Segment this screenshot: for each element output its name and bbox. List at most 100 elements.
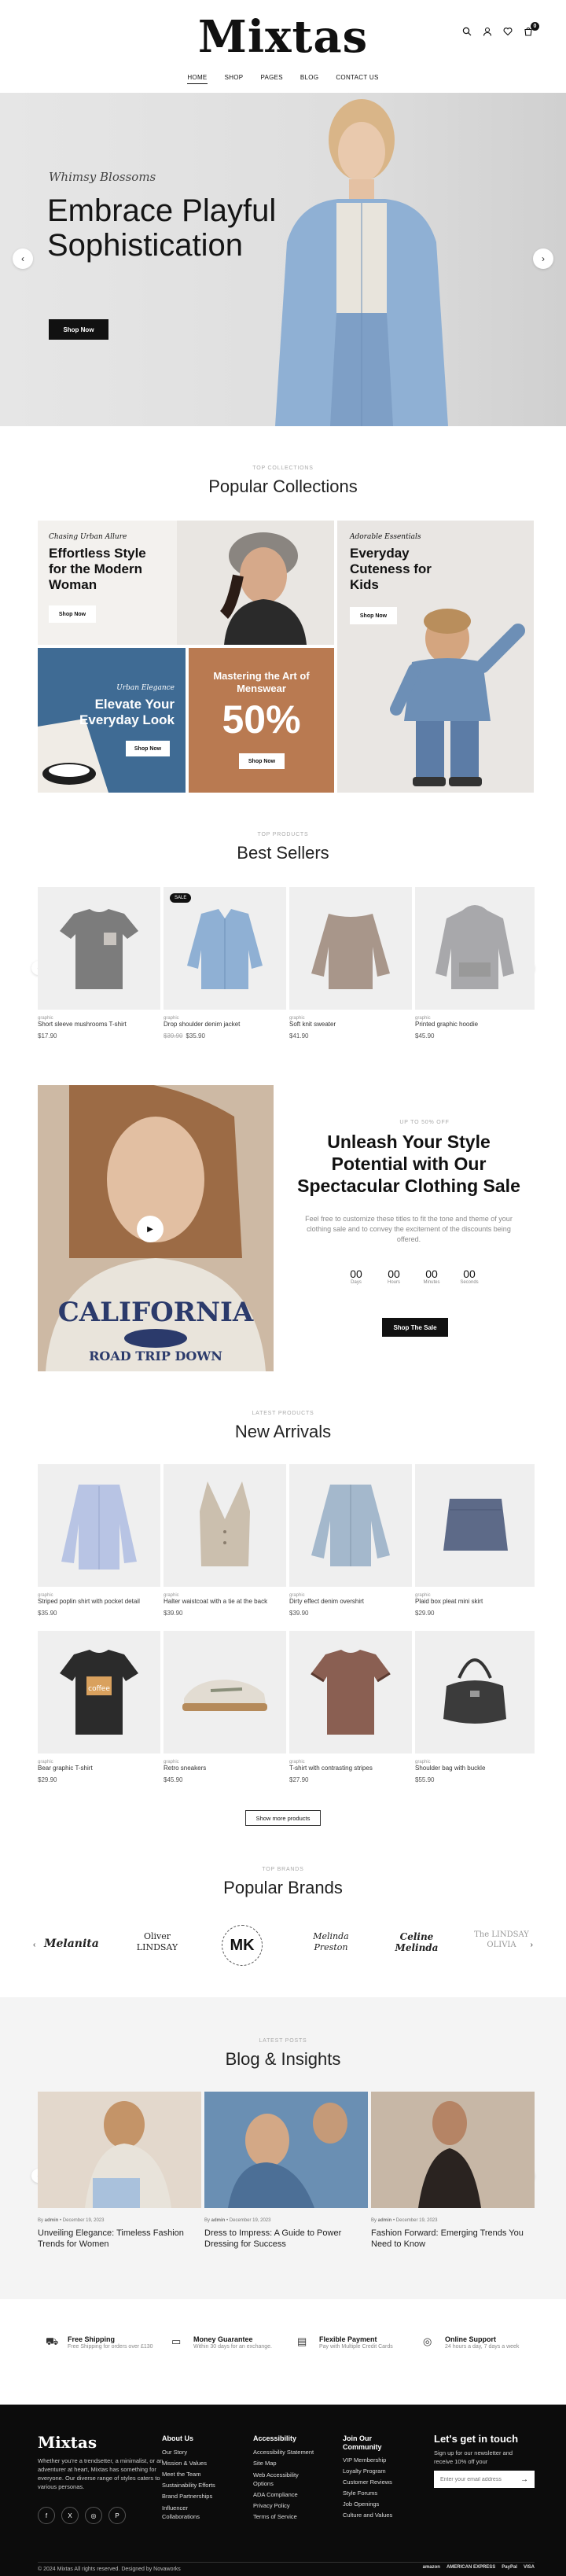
product-name[interactable]: Halter waistcoat with a tie at the back (164, 1598, 286, 1605)
product-card[interactable]: graphic Halter waistcoat with a tie at t… (164, 1464, 286, 1617)
shop-sale-button[interactable]: Shop The Sale (382, 1318, 448, 1337)
blog-post-title[interactable]: Unveiling Elegance: Timeless Fashion Tre… (38, 2228, 201, 2250)
x-twitter-icon[interactable]: X (61, 2507, 79, 2524)
product-image[interactable]: SALE (164, 887, 286, 1010)
product-card[interactable]: graphic Soft knit sweater $41.90 (289, 887, 412, 1040)
footer-link[interactable]: Terms of Service (253, 2512, 332, 2523)
wishlist-icon[interactable] (502, 27, 514, 39)
collection-card-urban[interactable]: Urban Elegance Elevate Your Everyday Loo… (38, 648, 186, 793)
product-image[interactable] (415, 887, 535, 1010)
footer-link[interactable]: Site Map (253, 2458, 332, 2469)
product-name[interactable]: Shoulder bag with buckle (415, 1765, 535, 1772)
footer-link[interactable]: ADA Compliance (253, 2490, 332, 2501)
product-image[interactable] (289, 887, 412, 1010)
arrow-right-icon[interactable]: → (520, 2475, 528, 2484)
collection-kids-button[interactable]: Shop Now (350, 607, 397, 624)
product-name[interactable]: Plaid box pleat mini skirt (415, 1598, 535, 1605)
product-image[interactable] (38, 887, 160, 1010)
product-card[interactable]: graphic Striped poplin shirt with pocket… (38, 1464, 160, 1617)
product-image[interactable] (415, 1631, 535, 1754)
blog-post-card[interactable]: By admin • December 19, 2023 Fashion For… (371, 2092, 535, 2250)
blog-post-card[interactable]: By admin • December 19, 2023 Unveiling E… (38, 2092, 201, 2250)
collection-card-menswear[interactable]: Mastering the Art of Menswear 50% Shop N… (189, 648, 334, 793)
product-card[interactable]: graphic Shoulder bag with buckle $55.90 (415, 1631, 535, 1783)
newsletter-email-input[interactable] (440, 2476, 516, 2482)
product-card[interactable]: graphic Retro sneakers $45.90 (164, 1631, 286, 1783)
product-name[interactable]: Bear graphic T-shirt (38, 1765, 160, 1772)
footer-link[interactable]: Customer Reviews (343, 2477, 421, 2488)
brands-prev-arrow[interactable]: ‹ (33, 1941, 35, 1949)
brand-logo[interactable]: Oliver LINDSAY (126, 1931, 189, 1953)
product-image[interactable] (164, 1631, 286, 1754)
footer-link[interactable]: Loyalty Program (343, 2466, 421, 2477)
footer-link[interactable]: Influencer Collaborations (162, 2504, 209, 2521)
product-name[interactable]: Drop shoulder denim jacket (164, 1021, 286, 1028)
instagram-icon[interactable]: ◎ (85, 2507, 102, 2524)
footer-link[interactable]: Style Forums (343, 2488, 421, 2499)
product-image[interactable] (164, 1464, 286, 1587)
footer-link[interactable]: Accessibility Statement (253, 2447, 332, 2458)
product-name[interactable]: Short sleeve mushrooms T-shirt (38, 1021, 160, 1028)
collection-urban-button[interactable]: Shop Now (126, 741, 170, 756)
product-card[interactable]: SALE graphic Drop shoulder denim jacket … (164, 887, 286, 1040)
hero-next-arrow[interactable]: › (533, 248, 553, 269)
paypal-icon: PayPal (502, 2565, 517, 2570)
show-more-button[interactable]: Show more products (245, 1810, 321, 1826)
hero-prev-arrow[interactable]: ‹ (13, 248, 33, 269)
product-name[interactable]: Soft knit sweater (289, 1021, 412, 1028)
product-image[interactable] (289, 1631, 412, 1754)
footer-link[interactable]: VIP Membership (343, 2455, 421, 2466)
countdown-minutes: 00 Minutes (423, 1268, 440, 1285)
footer-link[interactable]: Our Story (162, 2447, 241, 2458)
footer-link[interactable]: Web Accessibility Options (253, 2471, 308, 2488)
blog-post-meta: By admin • December 19, 2023 (38, 2218, 105, 2223)
collection-card-kids[interactable]: Adorable Essentials Everyday Cuteness fo… (337, 521, 534, 793)
play-video-button[interactable]: ▶ (137, 1216, 164, 1242)
collection-menswear-button[interactable]: Shop Now (239, 753, 285, 769)
footer-link[interactable]: Brand Partnerships (162, 2491, 241, 2502)
footer-link[interactable]: Sustainability Efforts (162, 2480, 241, 2491)
footer-link[interactable]: Meet the Team (162, 2469, 241, 2480)
product-image[interactable] (38, 1464, 160, 1587)
collection-women-button[interactable]: Shop Now (49, 605, 96, 623)
product-card[interactable]: graphic T-shirt with contrasting stripes… (289, 1631, 412, 1783)
brand-logo[interactable]: Melinda Preston (297, 1931, 365, 1953)
brand-logo[interactable]: Melanita (44, 1938, 99, 1950)
brand-logo[interactable]: Celine Melinda (387, 1931, 447, 1953)
nav-blog[interactable]: BLOG (300, 74, 318, 84)
cart-icon[interactable]: 0 (522, 22, 539, 39)
nav-contact[interactable]: CONTACT US (336, 74, 378, 84)
nav-shop[interactable]: SHOP (225, 74, 244, 84)
brand-logo[interactable]: MK (222, 1925, 263, 1966)
search-icon[interactable] (461, 27, 473, 39)
footer-link[interactable]: Privacy Policy (253, 2501, 332, 2512)
product-image[interactable]: coffee (38, 1631, 160, 1754)
product-name[interactable]: Retro sneakers (164, 1765, 286, 1772)
footer-link[interactable]: Job Openings (343, 2499, 421, 2510)
nav-pages[interactable]: PAGES (260, 74, 282, 84)
product-name[interactable]: Striped poplin shirt with pocket detail (38, 1598, 160, 1605)
product-card[interactable]: graphic Printed graphic hoodie $45.90 (415, 887, 535, 1040)
facebook-icon[interactable]: f (38, 2507, 55, 2524)
blog-post-card[interactable]: By admin • December 19, 2023 Dress to Im… (204, 2092, 368, 2250)
footer-link[interactable]: Culture and Values (343, 2510, 421, 2521)
nav-home[interactable]: HOME (187, 74, 208, 84)
pinterest-icon[interactable]: P (108, 2507, 126, 2524)
product-name[interactable]: T-shirt with contrasting stripes (289, 1765, 412, 1772)
product-name[interactable]: Printed graphic hoodie (415, 1021, 535, 1028)
product-card[interactable]: graphic Dirty effect denim overshirt $39… (289, 1464, 412, 1617)
brand-logo[interactable]: The LINDSAY OLIVIA (472, 1930, 531, 1950)
footer-logo[interactable]: Mixtas (38, 2433, 97, 2452)
user-icon[interactable] (481, 27, 494, 39)
collection-card-women[interactable]: Chasing Urban Allure Effortless Style fo… (38, 521, 334, 645)
footer-link[interactable]: Mission & Values (162, 2458, 241, 2469)
product-card[interactable]: graphic Plaid box pleat mini skirt $29.9… (415, 1464, 535, 1617)
product-image[interactable] (289, 1464, 412, 1587)
product-card[interactable]: graphic Short sleeve mushrooms T-shirt $… (38, 887, 160, 1040)
product-name[interactable]: Dirty effect denim overshirt (289, 1598, 412, 1605)
hero-shop-button[interactable]: Shop Now (49, 319, 108, 340)
product-card[interactable]: coffee graphic Bear graphic T-shirt $29.… (38, 1631, 160, 1783)
blog-post-title[interactable]: Fashion Forward: Emerging Trends You Nee… (371, 2228, 535, 2250)
blog-post-title[interactable]: Dress to Impress: A Guide to Power Dress… (204, 2228, 368, 2250)
product-image[interactable] (415, 1464, 535, 1587)
